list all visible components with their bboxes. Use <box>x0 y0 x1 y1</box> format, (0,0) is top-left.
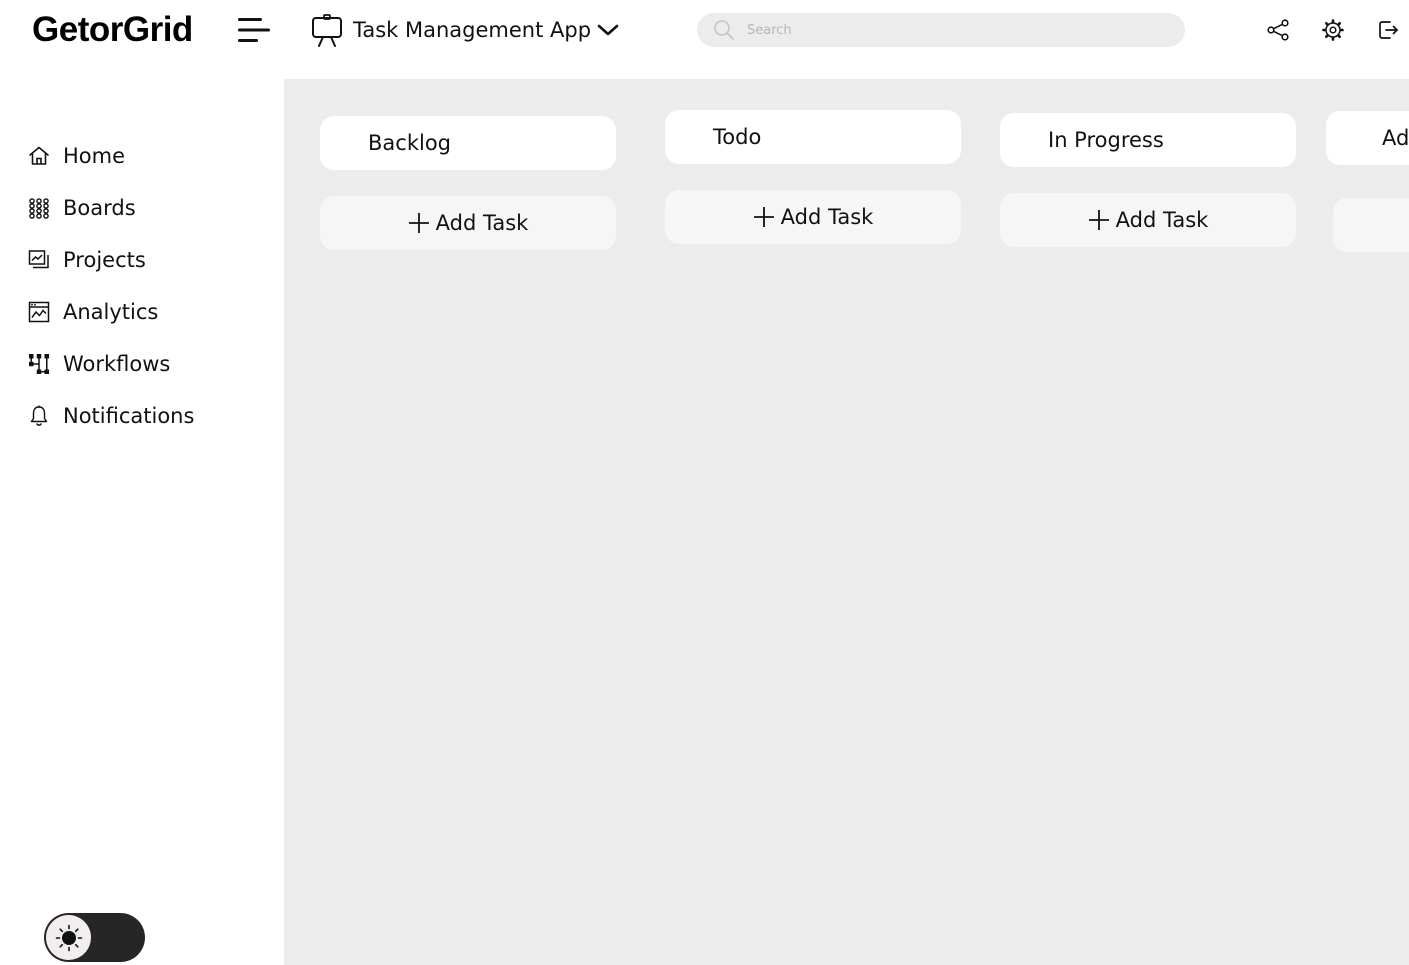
sidebar-item-label: Analytics <box>63 300 159 324</box>
menu-toggle-button[interactable] <box>236 15 272 45</box>
app-root: GetorGrid Task Management App Search Hom… <box>0 0 1409 965</box>
sidebar: Home Boards Projects Analytics Workflows… <box>0 79 284 965</box>
logout-button[interactable] <box>1376 18 1400 42</box>
sidebar-item-boards[interactable]: Boards <box>27 191 136 225</box>
analytics-icon <box>28 301 50 323</box>
add-task-label: Add Task <box>435 211 529 235</box>
app-logo[interactable]: GetorGrid <box>32 8 193 52</box>
hamburger-icon <box>238 18 270 42</box>
plus-icon <box>753 207 774 227</box>
sidebar-item-projects[interactable]: Projects <box>27 243 146 277</box>
column-title: In Progress <box>1048 128 1164 152</box>
project-title: Task Management App <box>353 18 592 42</box>
home-icon <box>29 146 49 165</box>
theme-toggle[interactable] <box>44 913 145 962</box>
column-header-backlog[interactable]: Backlog <box>320 116 616 170</box>
sidebar-item-label: Workflows <box>63 352 171 376</box>
plus-icon <box>408 213 429 233</box>
sun-icon <box>55 924 82 951</box>
sidebar-item-analytics[interactable]: Analytics <box>27 295 158 329</box>
settings-icon <box>1322 19 1344 41</box>
chevron-down-icon <box>597 24 619 36</box>
sidebar-item-label: Notifications <box>63 404 195 428</box>
sidebar-item-home[interactable]: Home <box>27 139 125 173</box>
plus-icon <box>1088 210 1109 230</box>
add-task-label: Add Task <box>780 205 874 229</box>
sidebar-item-workflows[interactable]: Workflows <box>27 347 170 381</box>
workflows-icon <box>29 354 49 374</box>
add-task-button-partial[interactable] <box>1333 198 1409 252</box>
share-button[interactable] <box>1266 18 1290 42</box>
search-icon <box>714 20 734 40</box>
add-task-button-todo[interactable]: Add Task <box>665 190 961 244</box>
logout-icon <box>1379 21 1398 39</box>
projects-icon <box>28 250 49 269</box>
boards-icon <box>29 198 49 219</box>
add-task-label: Add Task <box>1115 208 1209 232</box>
presentation-board-icon <box>312 14 342 47</box>
sidebar-item-label: Home <box>63 144 126 168</box>
search-bar <box>697 13 1185 47</box>
column-title: Ad <box>1382 126 1409 150</box>
add-task-button-in-progress[interactable]: Add Task <box>1000 193 1296 247</box>
theme-toggle-knob <box>46 915 91 960</box>
column-header-todo[interactable]: Todo <box>665 110 961 164</box>
search-input[interactable] <box>747 15 1167 45</box>
column-title: Backlog <box>368 131 451 155</box>
bell-icon <box>30 405 48 426</box>
column-header-in-progress[interactable]: In Progress <box>1000 113 1296 167</box>
column-title: Todo <box>713 125 762 149</box>
sidebar-item-notifications[interactable]: Notifications <box>27 399 194 433</box>
sidebar-item-label: Boards <box>63 196 136 220</box>
settings-button[interactable] <box>1321 18 1345 42</box>
project-switcher[interactable]: Task Management App <box>310 12 619 48</box>
add-task-button-backlog[interactable]: Add Task <box>320 196 616 250</box>
share-icon <box>1267 19 1289 41</box>
column-header-partial[interactable]: Ad <box>1326 111 1409 165</box>
sidebar-item-label: Projects <box>63 248 146 272</box>
kanban-board: Backlog Add Task Todo Add Task In Progre… <box>284 79 1409 965</box>
